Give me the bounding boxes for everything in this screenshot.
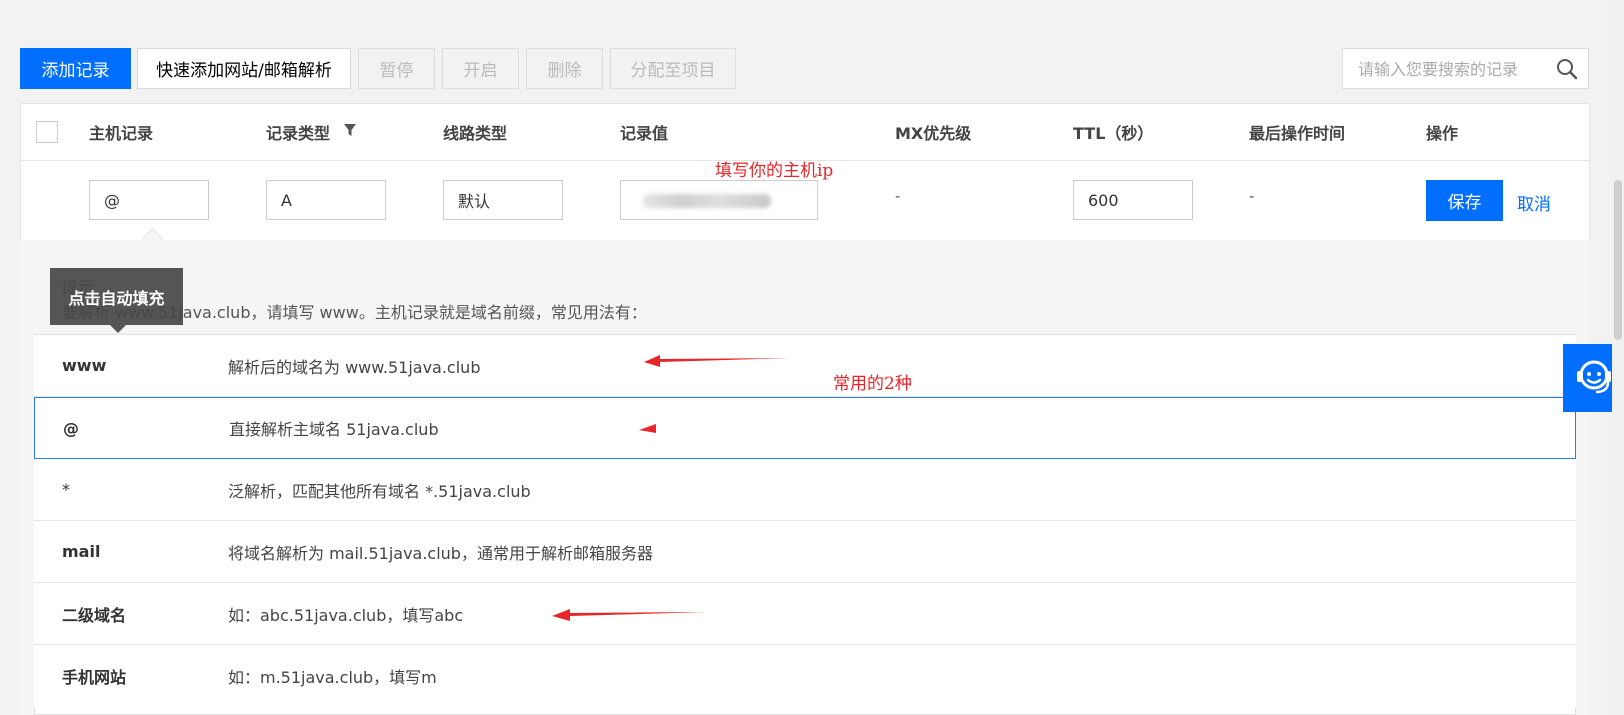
scrollbar-thumb[interactable] (1614, 180, 1622, 340)
page-scrollbar[interactable] (1612, 0, 1624, 715)
headset-icon (1572, 354, 1616, 403)
arrow-www (644, 355, 790, 367)
annotation-arrows (552, 355, 790, 621)
arrow-subdomain (552, 609, 707, 621)
arrow-at (639, 424, 757, 435)
